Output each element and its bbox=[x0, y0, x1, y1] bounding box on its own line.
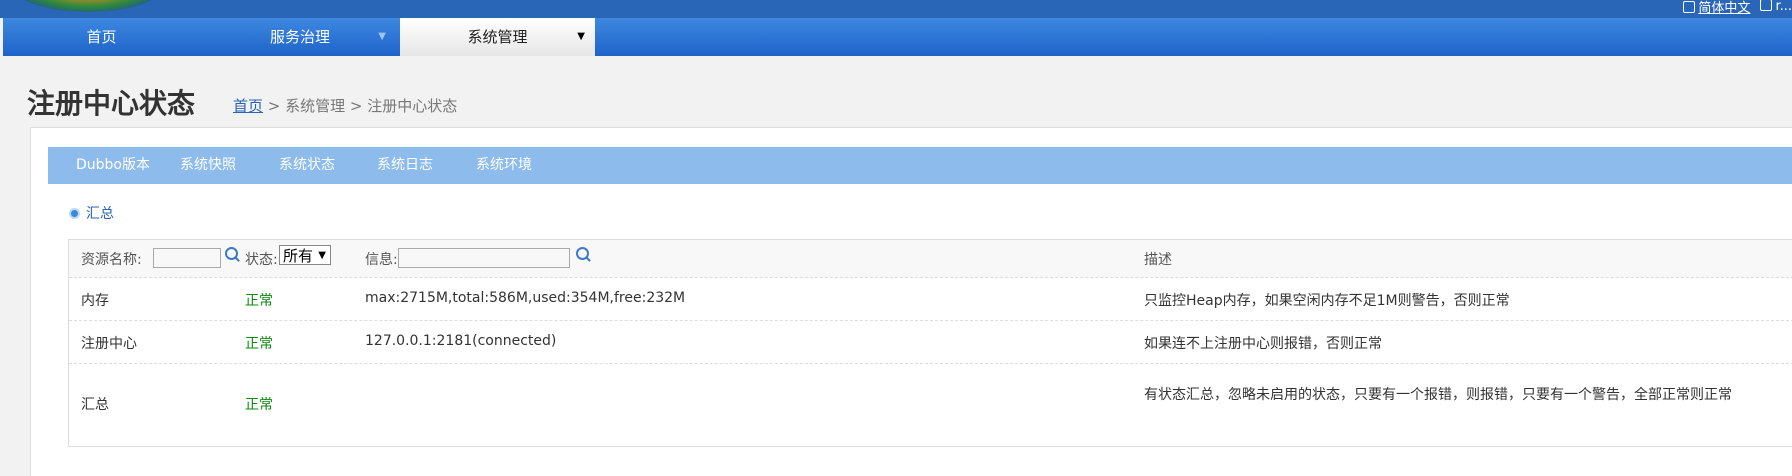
user-link[interactable]: r... bbox=[1760, 0, 1792, 14]
language-link[interactable]: 简体中文 bbox=[1683, 0, 1750, 16]
status-table: 资源名称: 状态: 所有 ▼ 信息: 描述 内存 正常 max:2715M,tot… bbox=[68, 239, 1792, 447]
status-badge: 正常 bbox=[245, 293, 273, 309]
nav-service-governance[interactable]: 服务治理 ▼ bbox=[200, 18, 400, 56]
tab-dubbo-version[interactable]: Dubbo版本 bbox=[76, 147, 150, 184]
tab-system-status[interactable]: 系统状态 bbox=[279, 147, 335, 184]
search-icon[interactable] bbox=[225, 247, 238, 260]
gear-icon bbox=[69, 208, 80, 219]
status-badge: 正常 bbox=[245, 397, 273, 413]
search-icon[interactable] bbox=[576, 247, 589, 260]
summary-link[interactable]: 汇总 bbox=[69, 203, 114, 223]
status-filter: 状态: 所有 ▼ bbox=[245, 245, 331, 269]
tab-system-environment[interactable]: 系统环境 bbox=[476, 147, 532, 184]
top-right-links: 简体中文 r... bbox=[1683, 0, 1792, 16]
info-filter: 信息: bbox=[365, 247, 589, 269]
desc-header: 描述 bbox=[1144, 252, 1172, 268]
status-badge: 正常 bbox=[245, 336, 273, 352]
breadcrumb-system: 系统管理 bbox=[285, 97, 346, 115]
tab-system-snapshot[interactable]: 系统快照 bbox=[180, 147, 236, 184]
page-title: 注册中心状态 bbox=[27, 87, 196, 120]
resource-name-input[interactable] bbox=[153, 248, 221, 268]
logo bbox=[8, 0, 168, 12]
breadcrumb: 首页 > 系统管理 > 注册中心状态 bbox=[233, 97, 458, 115]
sub-tabs: Dubbo版本 系统快照 系统状态 系统日志 系统环境 bbox=[48, 147, 1792, 184]
tab-system-log[interactable]: 系统日志 bbox=[377, 147, 433, 184]
main-nav: 首页 服务治理 ▼ 系统管理 ▼ bbox=[3, 18, 1792, 56]
resource-name-filter: 资源名称: bbox=[81, 247, 238, 269]
nav-system-management[interactable]: 系统管理 ▼ bbox=[400, 18, 595, 56]
table-row: 注册中心 正常 127.0.0.1:2181(connected) 如果连不上注… bbox=[69, 321, 1792, 364]
chevron-down-icon: ▼ bbox=[378, 31, 386, 42]
content-panel: Dubbo版本 系统快照 系统状态 系统日志 系统环境 汇总 资源名称: 状态:… bbox=[30, 127, 1792, 476]
top-header: 简体中文 r... bbox=[0, 0, 1792, 18]
status-select[interactable]: 所有 ▼ bbox=[279, 245, 331, 265]
breadcrumb-current: 注册中心状态 bbox=[367, 97, 458, 115]
table-header-row: 资源名称: 状态: 所有 ▼ 信息: 描述 bbox=[69, 240, 1792, 278]
info-input[interactable] bbox=[398, 248, 570, 268]
chevron-down-icon: ▼ bbox=[318, 250, 326, 261]
chevron-down-icon: ▼ bbox=[577, 31, 585, 42]
breadcrumb-home-link[interactable]: 首页 bbox=[233, 97, 263, 115]
user-icon bbox=[1760, 0, 1773, 11]
document-icon bbox=[1683, 0, 1696, 13]
table-row: 汇总 正常 有状态汇总，忽略未启用的状态，只要有一个报错，则报错，只要有一个警告… bbox=[81, 387, 1732, 413]
table-row: 内存 正常 max:2715M,total:586M,used:354M,fre… bbox=[69, 278, 1792, 321]
nav-home[interactable]: 首页 bbox=[3, 18, 200, 56]
